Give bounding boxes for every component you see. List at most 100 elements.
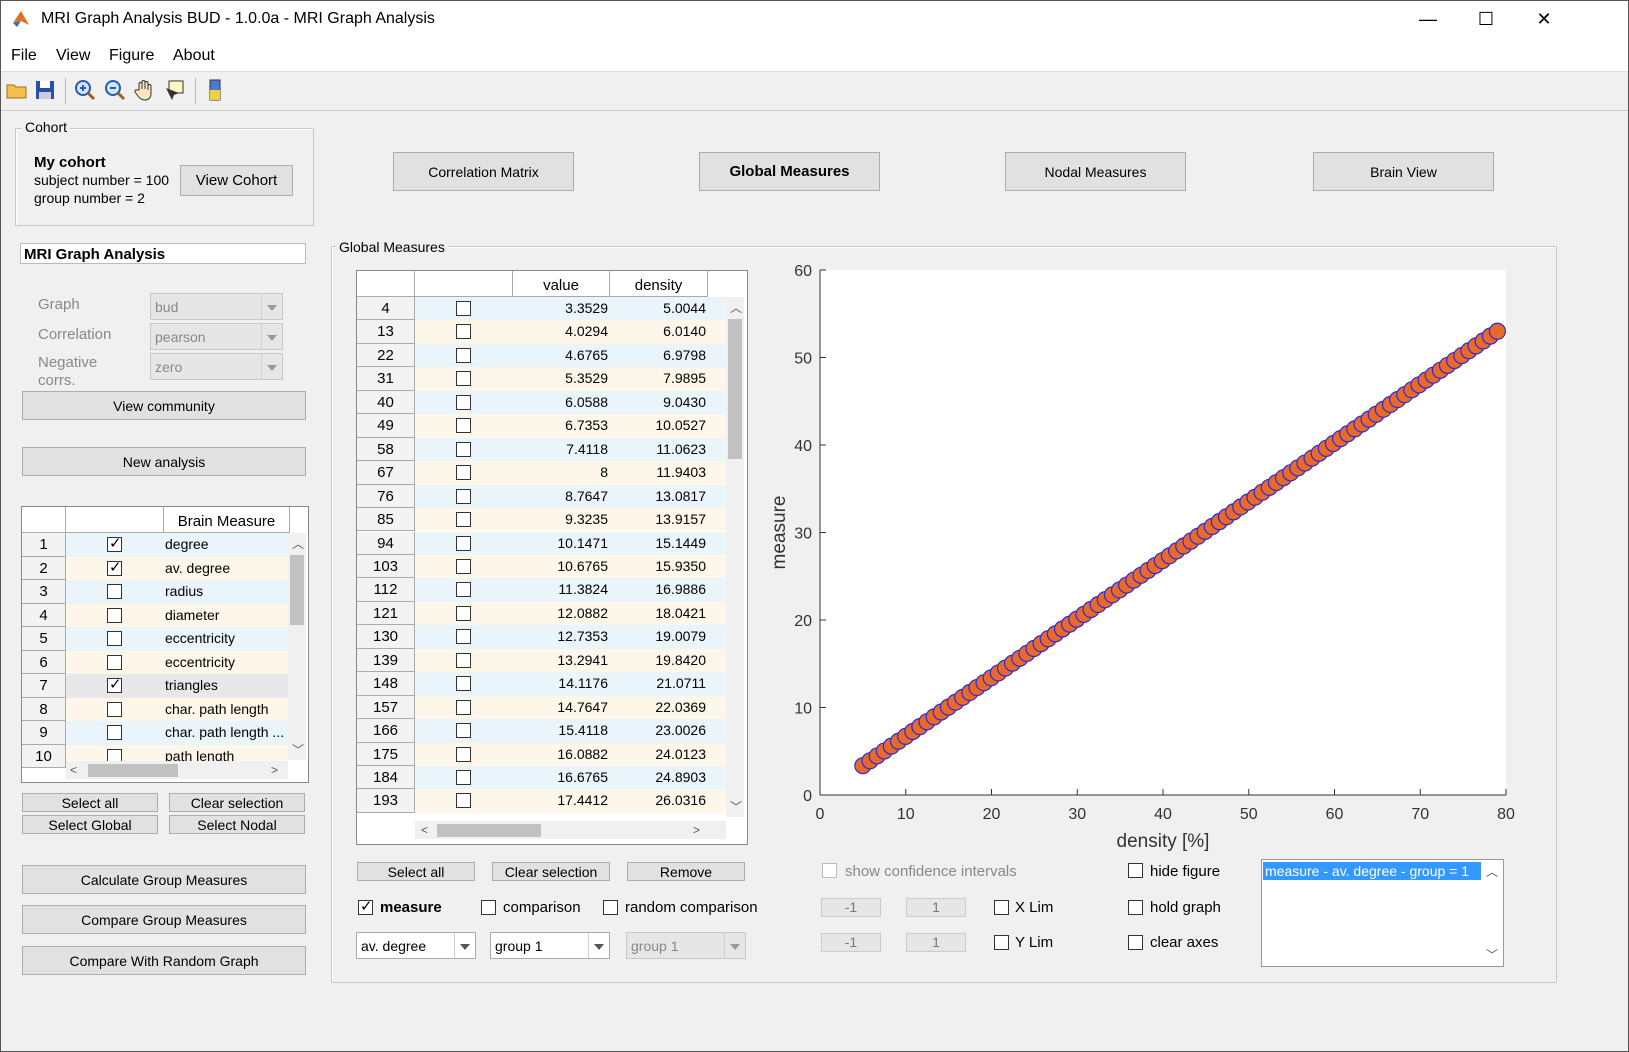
- nodal-measures-button[interactable]: Nodal Measures: [1005, 152, 1186, 191]
- global-row-checkbox[interactable]: [456, 371, 471, 387]
- measure-row-checkbox[interactable]: [107, 558, 122, 576]
- measure-row-checkbox[interactable]: [107, 584, 122, 599]
- row-number: 121: [357, 601, 415, 626]
- clear-selection-button[interactable]: Clear selection: [169, 793, 305, 812]
- row-number: 103: [357, 554, 415, 579]
- row-number: 49: [357, 414, 415, 438]
- global-row-checkbox[interactable]: [456, 770, 471, 785]
- menu-view[interactable]: View: [56, 47, 90, 65]
- group2-select: group 1: [626, 932, 746, 959]
- y-tick-label: 30: [794, 526, 812, 543]
- measure-row-checkbox[interactable]: [107, 654, 122, 670]
- select-all-button[interactable]: Select all: [22, 793, 158, 812]
- row-number: 76: [357, 484, 415, 509]
- xlim-checkbox[interactable]: [994, 900, 1009, 915]
- global-row-checkbox[interactable]: [456, 512, 471, 528]
- global-select-all-button[interactable]: Select all: [357, 862, 475, 881]
- global-clear-selection-button[interactable]: Clear selection: [492, 862, 610, 881]
- new-analysis-button[interactable]: New analysis: [22, 447, 306, 476]
- group-select[interactable]: group 1: [490, 932, 610, 959]
- view-cohort-button[interactable]: View Cohort: [180, 165, 293, 196]
- cohort-panel-title: Cohort: [22, 119, 71, 135]
- menu-figure[interactable]: Figure: [109, 47, 154, 65]
- measure-row-checkbox[interactable]: [107, 701, 122, 717]
- global-row-checkbox[interactable]: [456, 676, 471, 692]
- global-row-checkbox[interactable]: [456, 324, 471, 340]
- row-number: 184: [357, 766, 415, 790]
- global-row-checkbox[interactable]: [456, 746, 471, 762]
- hold-graph-checkbox[interactable]: [1128, 900, 1143, 915]
- measure-row-checkbox[interactable]: [107, 725, 122, 740]
- density-cell: 15.1449: [655, 534, 706, 551]
- measure-row-checkbox[interactable]: [107, 631, 122, 646]
- global-row-checkbox[interactable]: [456, 582, 471, 598]
- minimize-button[interactable]: —: [1405, 5, 1451, 33]
- comparison-checkbox[interactable]: [481, 900, 496, 915]
- global-row-checkbox[interactable]: [456, 465, 471, 481]
- legend-item[interactable]: measure - av. degree - group = 1: [1263, 862, 1481, 880]
- measure-checkbox[interactable]: [358, 897, 373, 915]
- row-number: 1: [22, 533, 66, 557]
- vertical-scrollbar[interactable]: ︿ ﹀: [726, 297, 744, 817]
- measure-select[interactable]: av. degree: [356, 932, 476, 959]
- density-cell: 6.0140: [663, 323, 706, 340]
- compare-group-measures-button[interactable]: Compare Group Measures: [22, 905, 306, 934]
- global-row-checkbox[interactable]: [456, 605, 471, 621]
- open-icon[interactable]: [5, 78, 29, 102]
- maximize-button[interactable]: ☐: [1463, 5, 1509, 33]
- save-icon[interactable]: [33, 78, 57, 102]
- select-global-button[interactable]: Select Global: [22, 815, 158, 834]
- colorbar-icon[interactable]: [203, 78, 227, 102]
- remove-button[interactable]: Remove: [627, 862, 745, 881]
- row-number: 6: [22, 650, 66, 674]
- pan-icon[interactable]: [133, 78, 157, 102]
- zoom-in-icon[interactable]: [73, 78, 97, 102]
- chevron-down-icon: [588, 933, 609, 958]
- measure-row-checkbox[interactable]: [107, 675, 122, 693]
- value-cell: 4.0294: [565, 323, 608, 340]
- hide-figure-checkbox[interactable]: [1128, 863, 1143, 878]
- clear-axes-label: clear axes: [1150, 934, 1219, 951]
- vertical-scrollbar[interactable]: ︿ ﹀: [288, 533, 306, 760]
- global-row-checkbox[interactable]: [456, 394, 471, 410]
- density-cell: 11.9403: [656, 464, 706, 481]
- close-button[interactable]: ✕: [1521, 5, 1567, 33]
- show-ci-checkbox: [822, 863, 837, 878]
- menu-file[interactable]: File: [11, 47, 37, 65]
- calculate-group-measures-button[interactable]: Calculate Group Measures: [22, 865, 306, 894]
- measure-row-checkbox[interactable]: [107, 534, 122, 552]
- horizontal-scrollbar[interactable]: < >: [66, 761, 288, 779]
- global-row-checkbox[interactable]: [456, 793, 471, 809]
- global-row-checkbox[interactable]: [456, 723, 471, 739]
- select-nodal-button[interactable]: Select Nodal: [169, 815, 305, 834]
- global-row-checkbox[interactable]: [456, 418, 471, 434]
- global-row-checkbox[interactable]: [456, 558, 471, 574]
- global-row-checkbox[interactable]: [456, 301, 471, 316]
- y-tick-label: 60: [794, 263, 812, 280]
- compare-random-graph-button[interactable]: Compare With Random Graph: [22, 946, 306, 975]
- data-cursor-icon[interactable]: [163, 78, 187, 102]
- random-comparison-checkbox[interactable]: [603, 900, 618, 915]
- global-row-checkbox[interactable]: [456, 629, 471, 645]
- global-row-checkbox[interactable]: [456, 652, 471, 668]
- global-row-checkbox[interactable]: [456, 535, 471, 551]
- global-row-checkbox[interactable]: [456, 699, 471, 715]
- correlation-matrix-button[interactable]: Correlation Matrix: [393, 152, 574, 191]
- ylim-checkbox[interactable]: [994, 935, 1009, 950]
- menu-about[interactable]: About: [173, 47, 215, 65]
- legend-listbox[interactable]: measure - av. degree - group = 1 ︿ ﹀: [1261, 859, 1504, 967]
- global-row-checkbox[interactable]: [456, 347, 471, 363]
- measure-name: degree: [165, 536, 209, 552]
- global-row-checkbox[interactable]: [456, 488, 471, 504]
- global-row-checkbox[interactable]: [456, 441, 471, 457]
- zoom-out-icon[interactable]: [103, 78, 127, 102]
- value-cell: 3.3529: [565, 300, 608, 316]
- clear-axes-checkbox[interactable]: [1128, 935, 1143, 950]
- view-community-button[interactable]: View community: [22, 391, 306, 420]
- brain-view-button[interactable]: Brain View: [1313, 152, 1494, 191]
- row-number: 157: [357, 695, 415, 720]
- global-measures-button[interactable]: Global Measures: [699, 152, 880, 191]
- row-number: 4: [357, 297, 415, 321]
- measure-row-checkbox[interactable]: [107, 607, 122, 623]
- horizontal-scrollbar[interactable]: < >: [415, 821, 726, 839]
